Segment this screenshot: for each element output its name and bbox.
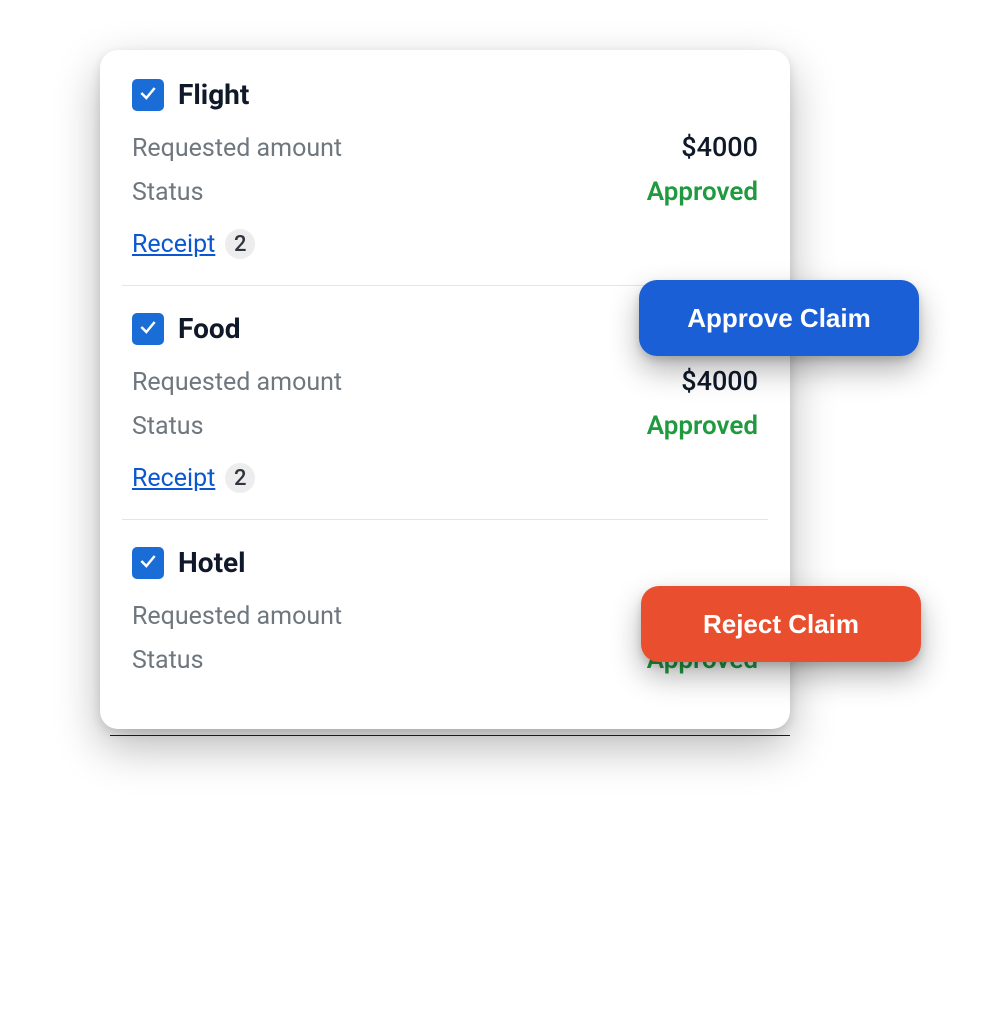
check-icon	[138, 83, 158, 107]
requested-amount-value: $4000	[681, 365, 758, 397]
expense-item-title: Flight	[178, 78, 249, 111]
expense-item: Flight Requested amount $4000 Status App…	[100, 78, 790, 259]
requested-amount-label: Requested amount	[132, 134, 342, 163]
status-row: Status Approved	[132, 411, 758, 441]
divider	[122, 519, 768, 520]
expense-item-header: Hotel	[132, 546, 758, 579]
status-label: Status	[132, 178, 203, 207]
requested-amount-label: Requested amount	[132, 368, 342, 397]
status-label: Status	[132, 412, 203, 441]
receipt-row: Receipt 2	[132, 463, 758, 493]
expense-item-title: Food	[178, 312, 240, 345]
status-label: Status	[132, 646, 203, 675]
reject-claim-button[interactable]: Reject Claim	[641, 586, 921, 662]
expense-item-header: Flight	[132, 78, 758, 111]
item-checkbox[interactable]	[132, 79, 164, 111]
status-value: Approved	[647, 177, 758, 207]
receipt-link[interactable]: Receipt	[132, 230, 215, 259]
requested-amount-value: $4000	[681, 131, 758, 163]
check-icon	[138, 317, 158, 341]
item-checkbox[interactable]	[132, 547, 164, 579]
requested-amount-label: Requested amount	[132, 602, 342, 631]
amount-row: Requested amount $4000	[132, 365, 758, 397]
check-icon	[138, 551, 158, 575]
receipt-count-badge: 2	[225, 463, 255, 493]
expense-item-title: Hotel	[178, 546, 246, 579]
item-checkbox[interactable]	[132, 313, 164, 345]
amount-row: Requested amount $4000	[132, 131, 758, 163]
receipt-row: Receipt 2	[132, 229, 758, 259]
approve-claim-button[interactable]: Approve Claim	[639, 280, 919, 356]
receipt-link[interactable]: Receipt	[132, 464, 215, 493]
status-row: Status Approved	[132, 177, 758, 207]
receipt-count-badge: 2	[225, 229, 255, 259]
footer-line	[110, 735, 790, 736]
status-value: Approved	[647, 411, 758, 441]
